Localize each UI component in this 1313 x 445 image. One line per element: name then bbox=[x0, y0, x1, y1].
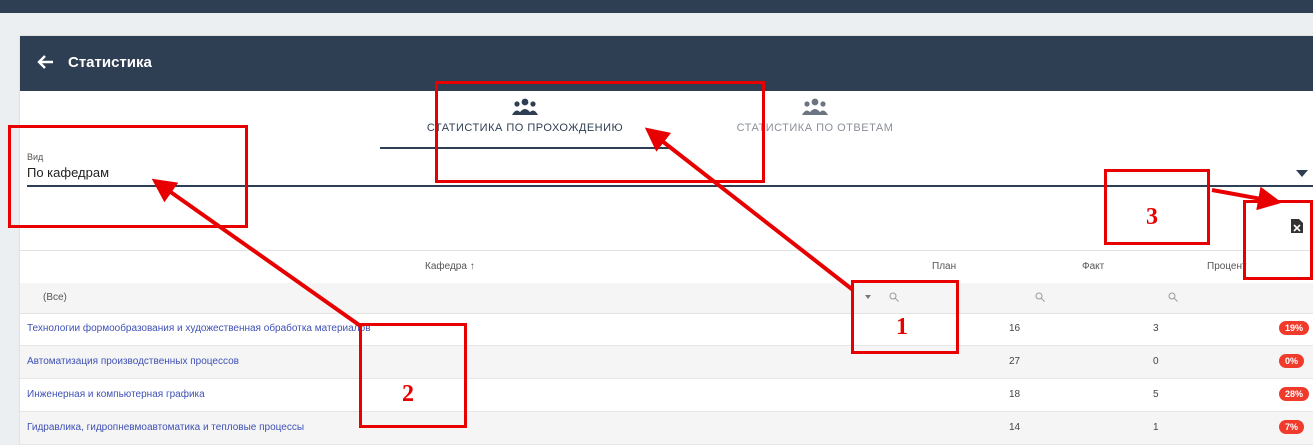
page-title: Статистика bbox=[68, 54, 152, 71]
table-row: Инженерная и компьютерная графика 18 5 2… bbox=[20, 379, 1313, 412]
annotation-number-three: 3 bbox=[1146, 204, 1158, 230]
department-link[interactable]: Технологии формообразования и художестве… bbox=[27, 323, 371, 334]
filter-row: (Все) bbox=[20, 283, 1313, 314]
search-icon[interactable] bbox=[1168, 292, 1178, 302]
annotation-box-two bbox=[359, 323, 467, 428]
annotation-number-one: 1 bbox=[896, 314, 908, 340]
department-link[interactable]: Автоматизация производственных процессов bbox=[27, 356, 239, 367]
annotation-box-tabs bbox=[435, 81, 765, 183]
table-row: Автоматизация производственных процессов… bbox=[20, 346, 1313, 379]
percent-badge: 28% bbox=[1279, 387, 1310, 401]
percent-badge: 19% bbox=[1279, 321, 1310, 335]
annotation-number-two: 2 bbox=[402, 381, 414, 407]
column-header-percent[interactable]: Процент bbox=[1207, 261, 1247, 272]
fact-value: 0 bbox=[1153, 356, 1159, 367]
arrow-left-icon bbox=[37, 55, 53, 69]
column-header-department[interactable]: Кафедра ↑ bbox=[425, 261, 475, 272]
annotation-box-export bbox=[1243, 200, 1313, 280]
search-icon[interactable] bbox=[1035, 292, 1045, 302]
percent-badge: 0% bbox=[1279, 354, 1305, 368]
plan-value: 18 bbox=[1009, 389, 1021, 400]
column-header-fact[interactable]: Факт bbox=[1082, 261, 1104, 272]
column-header-plan[interactable]: План bbox=[932, 261, 956, 272]
table-row: Гидравлика, гидропневмоавтоматика и тепл… bbox=[20, 412, 1313, 445]
fact-value: 5 bbox=[1153, 389, 1159, 400]
plan-value: 14 bbox=[1009, 422, 1021, 433]
top-band bbox=[0, 0, 1313, 13]
plan-value: 27 bbox=[1009, 356, 1021, 367]
fact-value: 1 bbox=[1153, 422, 1159, 433]
department-link[interactable]: Инженерная и компьютерная графика bbox=[27, 389, 205, 400]
people-group-icon bbox=[802, 98, 828, 115]
percent-badge: 7% bbox=[1279, 420, 1305, 434]
table-row: Технологии формообразования и художестве… bbox=[20, 313, 1313, 346]
plan-value: 16 bbox=[1009, 323, 1021, 334]
annotation-box-view bbox=[8, 125, 248, 228]
table-header: Кафедра ↑ План Факт Процент bbox=[20, 250, 1313, 284]
department-link[interactable]: Гидравлика, гидропневмоавтоматика и тепл… bbox=[27, 422, 304, 433]
caret-down-icon[interactable] bbox=[1296, 170, 1308, 178]
fact-value: 3 bbox=[1153, 323, 1159, 334]
department-filter-select[interactable]: (Все) bbox=[43, 292, 67, 303]
back-button[interactable] bbox=[32, 49, 58, 75]
